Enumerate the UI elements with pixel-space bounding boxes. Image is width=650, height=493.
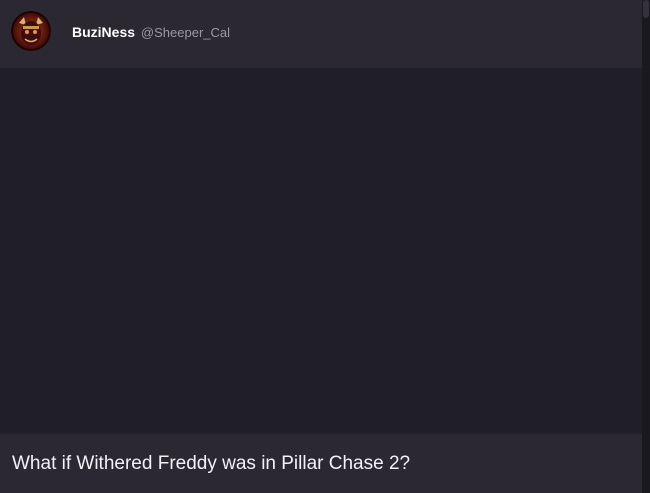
post-header: BuziNess @Sheeper_Cal (0, 0, 642, 68)
scrollbar-track[interactable] (642, 0, 650, 493)
post-card: BuziNess @Sheeper_Cal What if Withered F… (0, 0, 642, 493)
demon-avatar-icon (11, 11, 51, 51)
page: BuziNess @Sheeper_Cal What if Withered F… (0, 0, 650, 493)
author-avatar[interactable] (11, 11, 51, 51)
author-handle: @Sheeper_Cal (140, 25, 231, 40)
author-line: BuziNess @Sheeper_Cal (72, 24, 230, 41)
post-footer: What if Withered Freddy was in Pillar Ch… (0, 434, 642, 493)
post-media-area[interactable] (0, 68, 642, 434)
post-title: What if Withered Freddy was in Pillar Ch… (12, 453, 411, 474)
scrollbar-thumb[interactable] (643, 0, 649, 18)
author-display-name[interactable]: BuziNess (72, 24, 135, 40)
